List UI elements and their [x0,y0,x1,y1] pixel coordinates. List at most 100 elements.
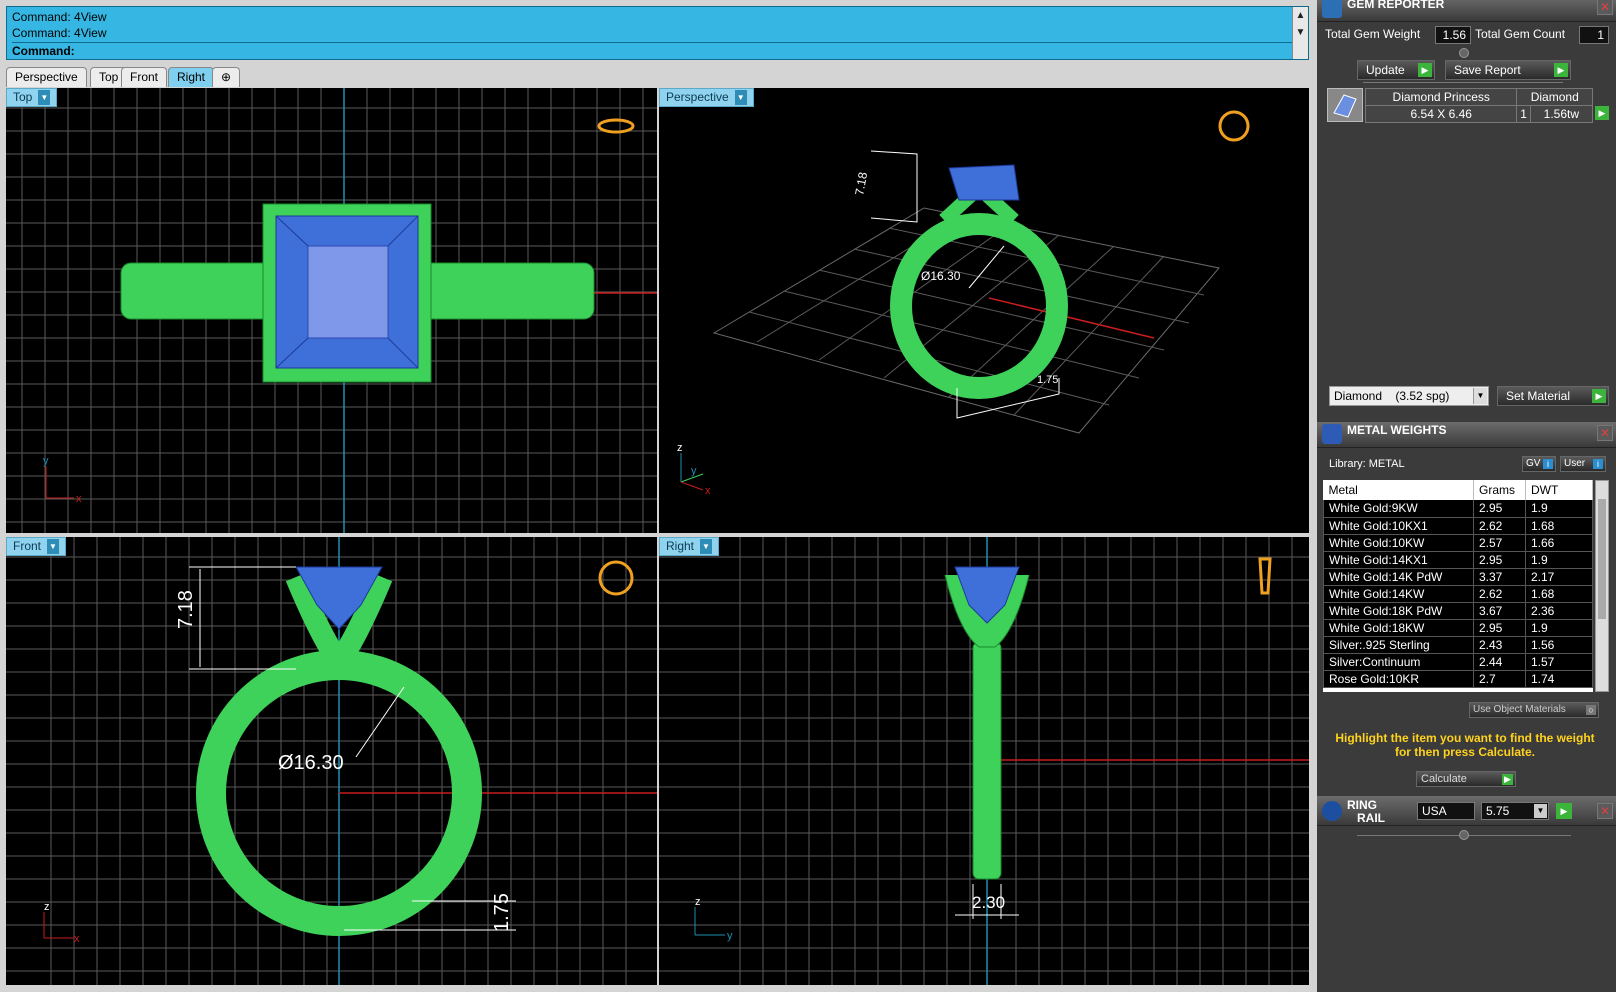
axis-label-y: y [727,930,733,942]
gem-reporter-icon [1322,0,1342,18]
play-icon: ▶ [1418,63,1432,77]
perspective-view-canvas: 7.18 Ø16.30 1.75 z y x [677,110,1250,497]
metal-table-scrollbar[interactable] [1595,480,1609,692]
viewport-label-right[interactable]: Right ▼ [659,537,720,556]
side-panel: GEM REPORTER ✕ Total Gem Weight 1.56 Tot… [1317,0,1616,992]
axis-label-x: x [705,485,711,497]
user-button[interactable]: User i [1560,456,1606,472]
scroll-down-icon[interactable]: ▼ [1293,24,1308,41]
right-view-canvas: 2.30 z y [659,537,1309,985]
tab-perspective[interactable]: Perspective [6,67,87,87]
table-row[interactable]: White Gold:14KX1 2.95 1.9 [1323,551,1593,569]
viewport-right[interactable]: 2.30 z y Right ▼ [659,537,1309,985]
table-row[interactable]: White Gold:18KW 2.95 1.9 [1323,619,1593,637]
update-button[interactable]: Update ▶ [1357,60,1435,80]
axis-label-z: z [695,896,701,908]
table-row[interactable]: White Gold:10KX1 2.62 1.68 [1323,517,1593,535]
tab-right[interactable]: Right [168,67,215,87]
gem-name: Diamond Princess [1364,88,1518,106]
divider [1363,82,1563,83]
tab-front[interactable]: Front [121,67,168,87]
axis-label-x: x [76,493,82,505]
axis-label-z: z [677,442,683,454]
total-gem-count-value: 1 [1579,26,1609,44]
save-report-button[interactable]: Save Report ▶ [1445,60,1571,80]
command-window[interactable]: Command: 4View Command: 4View Command: ▲… [6,6,1309,60]
command-scrollbar[interactable]: ▲ ▼ [1292,7,1308,59]
close-icon[interactable]: ✕ [1597,803,1613,819]
info-icon: i [1593,459,1603,469]
front-view-canvas: 7.18 Ø16.30 1.75 z x [6,537,657,985]
play-icon: ▶ [1592,389,1606,403]
metal-weights-table[interactable]: Metal Grams DWT White Gold:9KW 2.95 1.9 Wh… [1323,480,1593,692]
close-icon[interactable]: ✕ [1597,0,1613,15]
splitter-handle[interactable] [1459,830,1469,840]
gem-reporter-title: GEM REPORTER [1347,0,1445,11]
viewport-label-front[interactable]: Front ▼ [6,537,67,556]
table-row[interactable]: Rose Gold:10KR 2.7 1.74 [1323,670,1593,688]
axis-label-z: z [44,901,50,913]
dim-band-label: 1.75 [491,893,513,932]
chevron-down-icon[interactable]: ▼ [700,539,713,554]
info-icon: i [1543,459,1553,469]
view-tab-bar: Perspective Top Front Right ⊕ [6,64,1309,88]
ring-rail-header: RING RAIL USA 5.75 ▼ ▶ ✕ [1317,796,1616,826]
scroll-up-icon[interactable]: ▲ [1293,7,1308,24]
gem-thumbnail[interactable] [1327,88,1363,122]
gem-table-row[interactable]: Diamond Princess Diamond [1364,88,1593,106]
close-icon[interactable]: ✕ [1597,425,1613,441]
axis-label-x: x [74,933,80,945]
ring-rail-icon [1322,801,1342,821]
set-material-button[interactable]: Set Material ▶ [1497,386,1609,406]
table-row[interactable]: White Gold:10KW 2.57 1.66 [1323,534,1593,552]
column-header-metal[interactable]: Metal [1323,480,1474,500]
column-header-dwt[interactable]: DWT [1525,480,1593,500]
table-row[interactable]: White Gold:14KW 2.62 1.68 [1323,585,1593,603]
table-row[interactable]: White Gold:18K PdW 3.67 2.36 [1323,602,1593,620]
gem-count: 1 [1516,105,1531,123]
chevron-down-icon[interactable]: ▼ [1534,804,1547,818]
gem-reporter-header: GEM REPORTER ✕ [1317,0,1616,22]
gem-table-row[interactable]: 6.54 X 6.46 1 1.56tw [1364,105,1594,123]
gem-size: 6.54 X 6.46 [1364,105,1518,123]
viewport-perspective[interactable]: 7.18 Ø16.30 1.75 z y x Perspective ▼ [659,88,1309,533]
axis-label-y: y [43,455,49,467]
scrollbar-thumb[interactable] [1598,499,1606,619]
table-row[interactable]: White Gold:14K PdW 3.37 2.17 [1323,568,1593,586]
viewport-label-top[interactable]: Top ▼ [6,88,58,107]
table-row[interactable]: White Gold:9KW 2.95 1.9 [1323,500,1593,518]
total-gem-weight-value: 1.56 [1435,26,1471,44]
viewport-front[interactable]: 7.18 Ø16.30 1.75 z x Front ▼ [6,537,657,985]
ring-size-select[interactable]: 5.75 ▼ [1481,802,1549,820]
gv-button[interactable]: GV i [1522,456,1556,472]
chevron-down-icon[interactable]: ▼ [47,539,60,554]
play-icon[interactable]: ▶ [1595,106,1609,120]
calculate-button[interactable]: Calculate ▶ [1416,771,1516,787]
chevron-down-icon[interactable]: ▼ [38,90,51,105]
library-label: Library: METAL [1329,458,1405,470]
viewport-top[interactable]: y x Top ▼ [6,88,657,533]
table-header-row: Metal Grams DWT [1323,480,1593,500]
gem-material: Diamond [1516,88,1593,106]
play-icon: ▶ [1502,774,1513,785]
chevron-down-icon[interactable]: ▼ [734,90,747,105]
chevron-down-icon[interactable]: ▼ [1473,388,1487,404]
table-row[interactable]: Silver:.925 Sterling 2.43 1.56 [1323,636,1593,654]
play-icon[interactable]: ▶ [1556,803,1572,819]
dim-width-label: 2.30 [972,893,1005,912]
table-row[interactable]: Silver:Continuum 2.44 1.57 [1323,653,1593,671]
metal-weights-icon [1322,424,1342,444]
ring-rail-title-2: RAIL [1357,811,1385,825]
material-select[interactable]: Diamond (3.52 spg) ▼ [1329,386,1489,406]
ring-region-select[interactable]: USA [1417,802,1475,820]
column-header-grams[interactable]: Grams [1473,480,1526,500]
total-gem-weight-label: Total Gem Weight [1325,27,1421,41]
viewport-label-perspective[interactable]: Perspective ▼ [659,88,754,107]
axis-label-y: y [691,465,697,477]
tab-add[interactable]: ⊕ [212,67,241,87]
dim-height-label: 7.18 [852,171,870,197]
command-prompt[interactable]: Command: [12,42,1292,59]
use-object-materials-button[interactable]: Use Object Materials ○ [1469,702,1599,718]
gem-table[interactable]: Diamond Princess Diamond 6.54 X 6.46 1 1… [1364,88,1594,123]
splitter-handle[interactable] [1459,48,1469,58]
